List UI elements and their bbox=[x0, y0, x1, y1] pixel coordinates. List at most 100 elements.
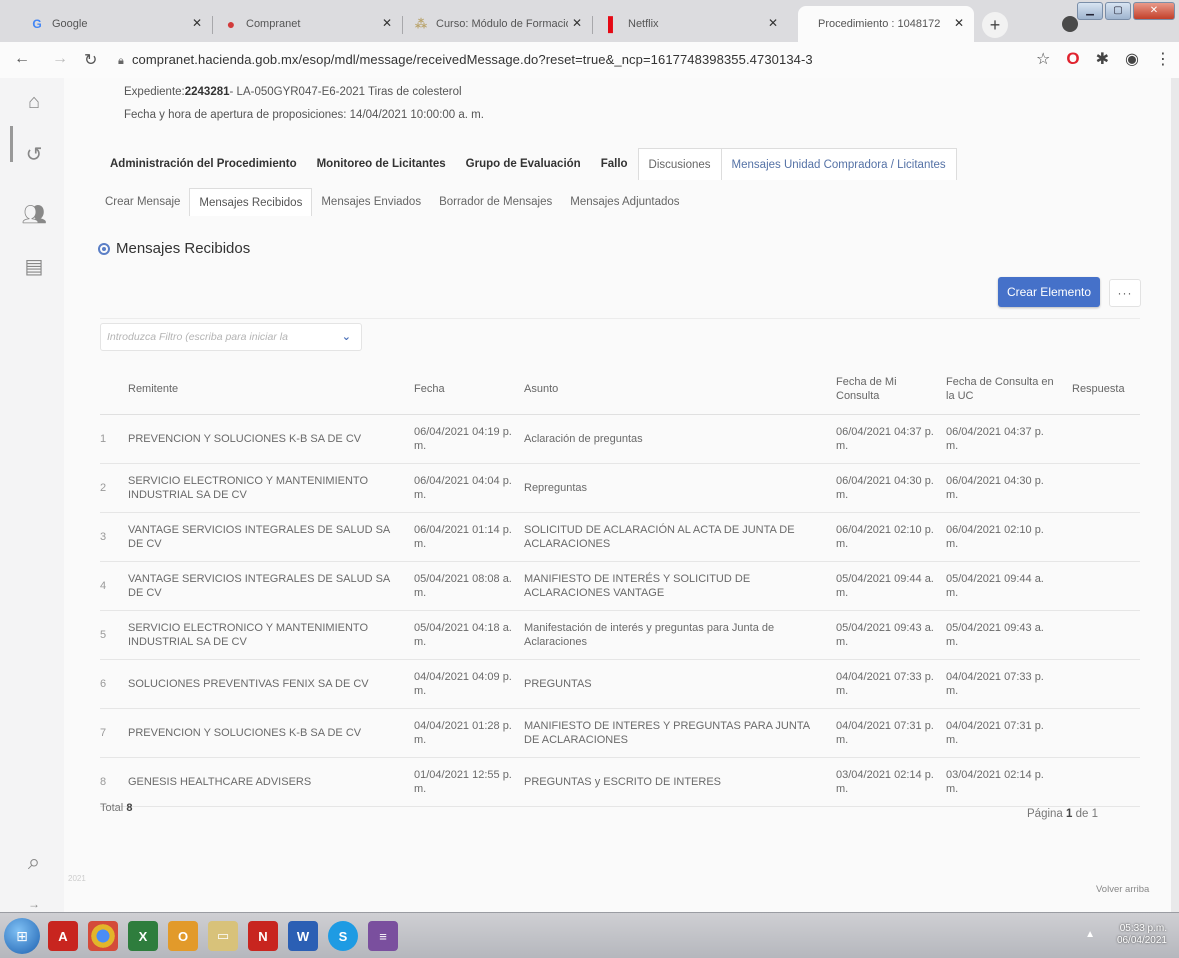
tab-grupo-evaluacion[interactable]: Grupo de Evaluación bbox=[456, 148, 591, 180]
row-index: 5 bbox=[100, 629, 107, 641]
chevron-down-icon[interactable]: ⌄ bbox=[342, 330, 351, 343]
tab-mensajes-uc[interactable]: Mensajes Unidad Compradora / Licitantes bbox=[721, 148, 957, 180]
cell-fecha-mi-consulta: 04/04/2021 07:31 p. m. bbox=[836, 720, 934, 746]
cell-fecha-consulta-uc: 05/04/2021 09:44 a. m. bbox=[946, 573, 1044, 599]
new-tab-button[interactable]: + bbox=[982, 12, 1008, 38]
table-row[interactable]: 6 SOLUCIONES PREVENTIVAS FENIX SA DE CV 04… bbox=[100, 660, 1140, 709]
browser-tab-title: Procedimiento : 1048172 bbox=[818, 18, 941, 30]
cell-asunto[interactable]: Repreguntas bbox=[524, 481, 820, 495]
filter-input[interactable]: Introduzca Filtro (escriba para iniciar … bbox=[100, 323, 362, 351]
create-element-button[interactable]: Crear Elemento bbox=[998, 277, 1100, 307]
target-icon bbox=[98, 242, 110, 255]
netflix-icon: ▌ bbox=[608, 16, 618, 32]
close-icon[interactable]: ✕ bbox=[382, 16, 392, 30]
system-clock[interactable]: 05:33 p.m. 06/04/2021 bbox=[1117, 923, 1167, 947]
home-icon[interactable]: ⌂ bbox=[22, 90, 46, 114]
close-icon[interactable]: ✕ bbox=[954, 16, 964, 30]
table-row[interactable]: 4 VANTAGE SERVICIOS INTEGRALES DE SALUD S… bbox=[100, 562, 1140, 611]
pdf-reader-icon[interactable]: N bbox=[248, 921, 278, 951]
tab-discusiones[interactable]: Discusiones bbox=[637, 148, 722, 180]
word-icon[interactable]: W bbox=[288, 921, 318, 951]
winrar-icon[interactable]: ≡ bbox=[368, 921, 398, 951]
header-remitente[interactable]: Remitente bbox=[128, 382, 396, 396]
outlook-icon[interactable]: O bbox=[168, 921, 198, 951]
cell-asunto[interactable]: PREGUNTAS y ESCRITO DE INTERES bbox=[524, 775, 820, 789]
header-fecha-consulta-uc[interactable]: Fecha de Consulta en la UC bbox=[946, 375, 1058, 403]
cell-fecha: 05/04/2021 08:08 a. m. bbox=[414, 573, 512, 599]
cell-fecha-consulta-uc: 06/04/2021 04:37 p. m. bbox=[946, 426, 1044, 452]
table-row[interactable]: 3 VANTAGE SERVICIOS INTEGRALES DE SALUD S… bbox=[100, 513, 1140, 562]
minimize-icon[interactable]: ▁ bbox=[1077, 2, 1103, 20]
star-icon[interactable]: ☆ bbox=[1036, 49, 1050, 69]
header-fecha-mi-consulta[interactable]: Fecha de Mi Consulta bbox=[836, 375, 940, 403]
menu-dots-icon[interactable]: ⋮ bbox=[1155, 49, 1171, 69]
subtab-mensajes-enviados[interactable]: Mensajes Enviados bbox=[312, 188, 430, 216]
back-to-top-link[interactable]: Volver arriba bbox=[1096, 884, 1149, 895]
browser-tab-google[interactable]: G Google ✕ bbox=[20, 6, 212, 42]
extensions-icon[interactable]: ✱ bbox=[1096, 49, 1109, 69]
cell-asunto[interactable]: PREGUNTAS bbox=[524, 677, 820, 691]
table-row[interactable]: 8 GENESIS HEALTHCARE ADVISERS 01/04/2021 1… bbox=[100, 758, 1140, 807]
cell-asunto[interactable]: SOLICITUD DE ACLARACIÓN AL ACTA DE JUNTA… bbox=[524, 523, 820, 551]
subtab-crear-mensaje[interactable]: Crear Mensaje bbox=[96, 188, 189, 216]
active-marker bbox=[10, 126, 13, 162]
close-window-icon[interactable]: ✕ bbox=[1133, 2, 1175, 20]
table-header: Remitente Fecha Asunto Fecha de Mi Consu… bbox=[100, 363, 1140, 415]
os-taskbar: ⊞ A X O ▭ N W S ≡ ▲ 05:33 p.m. 06/04/202… bbox=[0, 912, 1179, 958]
excel-icon[interactable]: X bbox=[128, 921, 158, 951]
compranet-icon: ● bbox=[226, 16, 236, 32]
tray-arrow-icon[interactable]: ▲ bbox=[1085, 929, 1095, 940]
tab-administracion[interactable]: Administración del Procedimiento bbox=[100, 148, 307, 180]
browser-tab-procedimiento[interactable]: Procedimiento : 1048172 ✕ bbox=[798, 6, 974, 42]
reload-icon[interactable]: ↻ bbox=[84, 50, 97, 70]
row-index: 3 bbox=[100, 531, 107, 543]
documents-icon[interactable]: ▤ bbox=[22, 254, 46, 278]
table-row[interactable]: 5 SERVICIO ELECTRONICO Y MANTENIMIENTO IN… bbox=[100, 611, 1140, 660]
acrobat-icon[interactable]: A bbox=[48, 921, 78, 951]
cell-asunto[interactable]: MANIFIESTO DE INTERES Y PREGUNTAS PARA J… bbox=[524, 719, 820, 747]
cell-asunto[interactable]: MANIFIESTO DE INTERÉS Y SOLICITUD DE ACL… bbox=[524, 572, 820, 600]
subtab-adjuntados[interactable]: Mensajes Adjuntados bbox=[561, 188, 688, 216]
maximize-icon[interactable]: ▢ bbox=[1105, 2, 1131, 20]
cell-asunto[interactable]: Manifestación de interés y preguntas par… bbox=[524, 621, 820, 649]
table-row[interactable]: 2 SERVICIO ELECTRONICO Y MANTENIMIENTO IN… bbox=[100, 464, 1140, 513]
browser-tab-curso[interactable]: ⁂ Curso: Módulo de Formació ✕ bbox=[404, 6, 592, 42]
cell-asunto[interactable]: Aclaración de preguntas bbox=[524, 432, 820, 446]
close-icon[interactable]: ✕ bbox=[192, 16, 202, 30]
row-index: 6 bbox=[100, 678, 107, 690]
header-respuesta[interactable]: Respuesta bbox=[1072, 382, 1138, 396]
scrollbar[interactable] bbox=[1171, 78, 1179, 912]
browser-tab-netflix[interactable]: ▌ Netflix ✕ bbox=[596, 6, 788, 42]
browser-tab-compranet[interactable]: ● Compranet ✕ bbox=[214, 6, 402, 42]
chrome-icon[interactable] bbox=[88, 921, 118, 951]
users-icon[interactable]: 👥︎ bbox=[21, 202, 46, 226]
profile-icon[interactable]: ◉ bbox=[1125, 49, 1139, 69]
more-options-button[interactable]: ··· bbox=[1109, 279, 1141, 307]
tab-fallo[interactable]: Fallo bbox=[591, 148, 638, 180]
header-fecha[interactable]: Fecha bbox=[414, 382, 514, 396]
start-button[interactable]: ⊞ bbox=[4, 918, 40, 954]
address-bar[interactable]: 🔒︎ compranet.hacienda.gob.mx/esop/mdl/mes… bbox=[118, 52, 813, 68]
back-arrow-icon[interactable]: ← bbox=[14, 50, 30, 68]
procedures-icon[interactable]: ↺ bbox=[22, 142, 46, 166]
search-icon[interactable]: ⌕ bbox=[22, 849, 46, 874]
forward-arrow-icon[interactable]: → bbox=[52, 50, 68, 68]
close-icon[interactable]: ✕ bbox=[768, 16, 778, 30]
subtab-borrador[interactable]: Borrador de Mensajes bbox=[430, 188, 561, 216]
skype-icon[interactable]: S bbox=[328, 921, 358, 951]
apertura-line: Fecha y hora de apertura de proposicione… bbox=[124, 109, 484, 121]
subtab-mensajes-recibidos[interactable]: Mensajes Recibidos bbox=[189, 188, 313, 216]
account-dot-icon[interactable] bbox=[1062, 16, 1078, 32]
table-row[interactable]: 1 PREVENCION Y SOLUCIONES K-B SA DE CV 06/… bbox=[100, 415, 1140, 464]
opera-icon[interactable]: O bbox=[1066, 49, 1079, 69]
file-explorer-icon[interactable]: ▭ bbox=[208, 921, 238, 951]
header-asunto[interactable]: Asunto bbox=[524, 382, 820, 396]
cell-fecha: 01/04/2021 12:55 p. m. bbox=[414, 769, 512, 795]
table-row[interactable]: 7 PREVENCION Y SOLUCIONES K-B SA DE CV 04/… bbox=[100, 709, 1140, 758]
close-icon[interactable]: ✕ bbox=[572, 16, 582, 30]
tab-monitoreo[interactable]: Monitoreo de Licitantes bbox=[307, 148, 456, 180]
pagination-info: Página 1 de 1 bbox=[1027, 808, 1099, 820]
cell-fecha-mi-consulta: 04/04/2021 07:33 p. m. bbox=[836, 671, 934, 697]
cell-fecha-consulta-uc: 06/04/2021 04:30 p. m. bbox=[946, 475, 1044, 501]
cell-fecha: 06/04/2021 01:14 p. m. bbox=[414, 524, 512, 550]
